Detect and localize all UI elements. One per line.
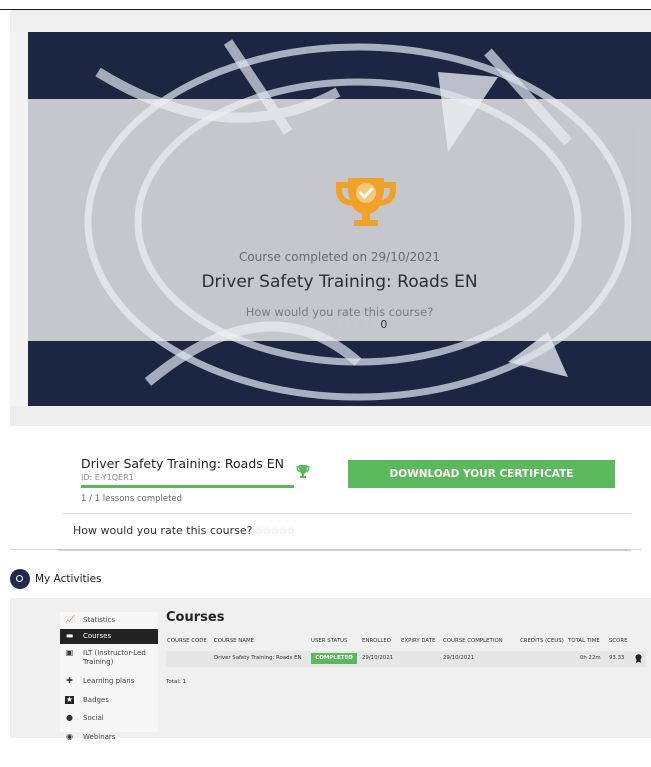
sidebar-item-ilt[interactable]: ▣ ILT (Instructor-Led Training) [60, 646, 158, 670]
hero-rate-question: How would you rate this course? [245, 305, 434, 319]
courses-heading: Courses [166, 610, 225, 625]
rating-count: 0 [380, 318, 388, 331]
sidebar-item-statistics[interactable]: 📈 Statistics [60, 613, 158, 628]
trophy-check-icon [336, 178, 396, 226]
badge-icon: ★ [65, 695, 74, 704]
hero-star-rating[interactable]: ☆☆☆☆☆ 0 [334, 318, 387, 331]
sidebar-item-label: Webinars [83, 733, 116, 741]
star-icons[interactable]: ☆☆☆☆☆ [334, 318, 379, 331]
column-header[interactable]: CREDITS (CEUS) [520, 638, 564, 644]
card-separator [62, 513, 631, 514]
column-header[interactable]: COURSE CODE [167, 638, 207, 644]
course-hero: Course completed on 29/10/2021 Driver Sa… [28, 32, 651, 406]
column-header[interactable]: TOTAL TIME [568, 638, 600, 644]
sidebar-item-label: Badges [83, 696, 109, 704]
activities-icon [10, 569, 30, 589]
column-header[interactable]: ENROLLED [362, 638, 391, 644]
sidebar-item-learning-plans[interactable]: ✚ Learning plans [60, 674, 158, 689]
chart-icon: 📈 [65, 615, 75, 624]
total-count: Total: 1 [166, 679, 186, 685]
hero-course-title: Driver Safety Training: Roads EN [201, 272, 478, 292]
trophy-icon [296, 465, 310, 478]
column-header[interactable]: COURSE NAME [214, 638, 254, 644]
ilt-icon: ▣ [65, 648, 74, 657]
completed-date: Course completed on 29/10/2021 [238, 250, 441, 264]
enrolled-cell: 29/10/2021 [362, 655, 394, 661]
completion-cell: 29/10/2021 [443, 655, 475, 661]
column-header[interactable]: USER STATUS [311, 638, 347, 644]
course-name-cell[interactable]: Driver Safety Training: Roads EN [214, 655, 302, 661]
column-header[interactable]: COURSE COMPLETION [443, 638, 503, 644]
status-badge: COMPLETED [311, 653, 357, 664]
card-rate-row: How would you rate this course? ☆☆☆☆☆ [73, 524, 295, 537]
course-progress-bar [81, 485, 294, 488]
column-header[interactable]: SCORE [609, 638, 628, 644]
social-icon: ● [66, 713, 73, 722]
column-header[interactable]: EXPIRY DATE [401, 638, 435, 644]
courses-icon: ▬ [65, 631, 74, 640]
webinar-icon: ◉ [66, 732, 73, 741]
hero-side-strip [10, 32, 28, 406]
card-rate-question: How would you rate this course? [73, 524, 253, 537]
sidebar-item-label: Statistics [83, 616, 115, 624]
sidebar-item-courses[interactable]: ▬ Courses [60, 629, 158, 644]
card-course-title: Driver Safety Training: Roads EN [81, 456, 285, 471]
total-time-cell: 0h 22m [580, 655, 601, 661]
medal-icon [635, 654, 642, 663]
activities-title: My Activities [35, 573, 102, 585]
card-course-id: ID: E-Y1QER1 [81, 473, 134, 482]
sidebar-item-label: Courses [83, 632, 112, 640]
learning-plans-icon: ✚ [66, 676, 73, 685]
sidebar-item-badges[interactable]: ★ Badges [60, 693, 158, 708]
sidebar-item-label: ILT (Instructor-Led Training) [83, 649, 146, 666]
lessons-completed: 1 / 1 lessons completed [81, 494, 183, 504]
top-gap [10, 10, 651, 32]
section-divider [10, 406, 651, 426]
score-cell: 93.33 [609, 655, 625, 661]
sidebar-item-label: Social [83, 714, 104, 722]
sidebar-item-label: Learning plans [83, 677, 135, 685]
sidebar-item-webinars[interactable]: ◉ Webinars [60, 730, 158, 745]
download-certificate-button[interactable]: DOWNLOAD YOUR CERTIFICATE [348, 460, 615, 488]
sidebar-item-social[interactable]: ● Social [60, 711, 158, 726]
card-shadow [58, 549, 631, 551]
card-star-rating[interactable]: ☆☆☆☆☆ [254, 526, 295, 537]
